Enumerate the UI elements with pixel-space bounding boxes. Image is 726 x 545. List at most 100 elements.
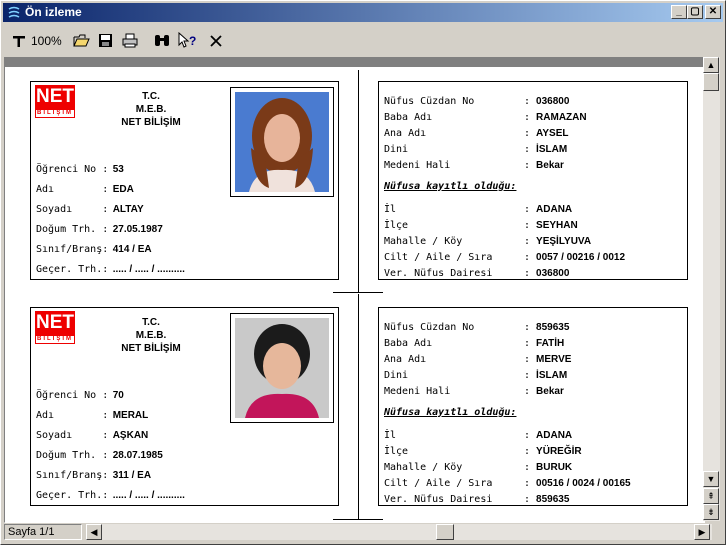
field-label: Sınıf/Branş: <box>36 244 109 255</box>
print-icon[interactable] <box>122 33 138 48</box>
field-label: Nüfus Cüzdan No <box>384 96 475 107</box>
field-value: İSLAM <box>536 144 568 155</box>
scroll-thumb[interactable] <box>703 73 719 91</box>
field-label: Doğum Trh. : <box>36 224 109 235</box>
field-label: İl <box>384 204 397 215</box>
zoom-icon[interactable] <box>12 34 26 48</box>
toolbar: 100% ? <box>3 25 723 55</box>
field-label: Doğum Trh. : <box>36 450 109 461</box>
window-title: Ön izleme <box>25 5 82 19</box>
field-label: Medeni Hali <box>384 386 451 397</box>
scroll-up-arrow-icon[interactable]: ▲ <box>703 57 719 73</box>
status-bar: Sayfa 1/1 ◀ ▶ <box>2 522 722 542</box>
field-value: 70 <box>112 390 124 401</box>
student-card-back: Nüfus Cüzdan No: 036800 Baba Adı: RAMAZA… <box>378 81 688 280</box>
cut-line-horizontal-bottom <box>333 519 383 520</box>
net-bilisim-logo: NET BİLİŞİM <box>35 311 75 344</box>
field-label: Mahalle / Köy <box>384 236 463 247</box>
field-value: EDA <box>112 184 134 195</box>
find-binoculars-icon[interactable] <box>154 33 171 48</box>
field-label: Adı : <box>36 184 109 195</box>
field-label: İlçe <box>384 220 409 231</box>
zoom-level[interactable]: 100% <box>31 31 62 51</box>
next-page-icon[interactable]: ⇟ <box>703 504 719 520</box>
field-label: İlçe <box>384 446 409 457</box>
student-photo <box>230 313 334 423</box>
horizontal-scroll-thumb[interactable] <box>436 524 454 540</box>
cut-line-vertical-bottom <box>358 294 359 519</box>
field-value: ADANA <box>536 204 573 215</box>
field-value: 28.07.1985 <box>112 450 163 461</box>
close-button[interactable]: ✕ <box>705 5 721 19</box>
field-value: 53 <box>112 164 124 175</box>
net-bilisim-logo: NET BİLİŞİM <box>35 85 75 118</box>
minimize-button[interactable]: _ <box>671 5 687 19</box>
field-value: 859635 <box>536 322 570 333</box>
app-icon <box>8 6 20 18</box>
student-card-back: Nüfus Cüzdan No: 859635 Baba Adı: FATİH … <box>378 307 688 506</box>
svg-text:?: ? <box>189 34 196 48</box>
horizontal-scrollbar[interactable]: ◀ ▶ <box>86 524 712 540</box>
field-label: Öğrenci No : <box>36 390 109 401</box>
vertical-scrollbar[interactable]: ▲ ▼ ⇞ ⇟ <box>703 57 720 521</box>
student-card-front: NET BİLİŞİM T.C. M.E.B. NET BİLİŞİM Öğrenc… <box>30 81 339 280</box>
field-label: Ana Adı <box>384 354 427 365</box>
preview-page: NET BİLİŞİM T.C. M.E.B. NET BİLİŞİM Öğrenc… <box>4 57 705 523</box>
field-value: BURUK <box>536 462 573 473</box>
field-value: Bekar <box>536 386 564 397</box>
field-label: Mahalle / Köy <box>384 462 463 473</box>
field-value: MERAL <box>112 410 149 421</box>
card-header: T.C. M.E.B. NET BİLİŞİM <box>121 91 181 128</box>
title-bar[interactable]: Ön izleme _ ▢ ✕ <box>3 3 723 22</box>
field-value: ..... / ..... / .......... <box>112 490 185 501</box>
previous-page-icon[interactable]: ⇞ <box>703 488 719 504</box>
field-label: Ver. Nüfus Dairesi <box>384 268 493 279</box>
close-preview-icon[interactable] <box>209 34 223 48</box>
scroll-left-arrow-icon[interactable]: ◀ <box>86 524 102 540</box>
field-label: Geçer. Trh.: <box>36 490 109 501</box>
field-label: Medeni Hali <box>384 160 451 171</box>
field-value: YÜREĞİR <box>536 446 582 457</box>
field-label: Baba Adı <box>384 112 433 123</box>
page-indicator: Sayfa 1/1 <box>4 524 82 540</box>
field-value: 0057 / 00216 / 0012 <box>536 252 626 263</box>
field-value: 27.05.1987 <box>112 224 163 235</box>
field-label: Soyadı : <box>36 430 109 441</box>
field-label: Adı : <box>36 410 109 421</box>
registered-label: Nüfusa kayıtlı olduğu: <box>384 407 517 418</box>
card-header: T.C. M.E.B. NET BİLİŞİM <box>121 317 181 354</box>
scroll-right-arrow-icon[interactable]: ▶ <box>694 524 710 540</box>
field-label: İl <box>384 430 397 441</box>
cut-line-vertical-top <box>358 70 359 292</box>
field-value: AŞKAN <box>112 430 149 441</box>
field-value: 859635 <box>536 494 570 505</box>
field-label: Ana Adı <box>384 128 427 139</box>
scroll-down-arrow-icon[interactable]: ▼ <box>703 471 719 487</box>
field-label: Öğrenci No : <box>36 164 109 175</box>
field-value: YEŞİLYUVA <box>536 236 592 247</box>
field-value: ADANA <box>536 430 573 441</box>
field-value: AYSEL <box>536 128 569 139</box>
field-label: Nüfus Cüzdan No <box>384 322 475 333</box>
field-label: Sınıf/Branş: <box>36 470 109 481</box>
open-folder-icon[interactable] <box>73 33 90 48</box>
field-value: 036800 <box>536 268 570 279</box>
field-label: Baba Adı <box>384 338 433 349</box>
field-value: 00516 / 0024 / 00165 <box>536 478 631 489</box>
maximize-button[interactable]: ▢ <box>687 5 703 19</box>
page-top-margin <box>5 58 704 67</box>
field-value: İSLAM <box>536 370 568 381</box>
field-value: RAMAZAN <box>536 112 587 123</box>
field-label: Soyadı : <box>36 204 109 215</box>
field-value: FATİH <box>536 338 565 349</box>
field-value: ALTAY <box>112 204 144 215</box>
field-value: MERVE <box>536 354 572 365</box>
field-value: ..... / ..... / .......... <box>112 264 185 275</box>
field-value: 036800 <box>536 96 570 107</box>
save-icon[interactable] <box>98 33 113 48</box>
field-label: Geçer. Trh.: <box>36 264 109 275</box>
help-pointer-icon[interactable]: ? <box>178 32 198 49</box>
field-label: Ver. Nüfus Dairesi <box>384 494 493 505</box>
field-value: SEYHAN <box>536 220 578 231</box>
field-value: 311 / EA <box>112 470 152 481</box>
